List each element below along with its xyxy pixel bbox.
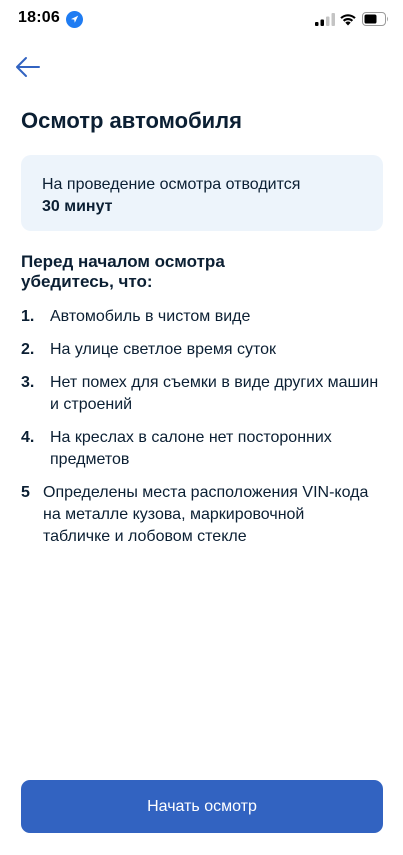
checklist-item: 4. На креслах в салоне нет посторонних п… <box>21 427 391 471</box>
item-number: 5 <box>21 484 30 501</box>
status-time: 18:06 <box>18 9 60 26</box>
checklist-item: 1. Автомобиль в чистом виде <box>21 306 391 328</box>
item-number: 3. <box>21 374 35 391</box>
checklist-item: 2. На улице светлое время суток <box>21 339 391 361</box>
item-number: 4. <box>21 429 35 446</box>
battery-icon <box>362 12 389 26</box>
checklist-item: 3. Нет помех для съемки в виде других ма… <box>21 372 391 416</box>
item-text: Автомобиль в чистом виде <box>50 308 251 325</box>
page-title: Осмотр автомобиля <box>21 108 242 133</box>
checklist-item: 5 Определены места расположения VIN-кода… <box>21 482 391 548</box>
signal-icon <box>315 13 335 26</box>
back-button[interactable] <box>10 50 46 84</box>
item-text: Нет помех для съемки в виде других машин… <box>50 374 379 413</box>
wifi-icon <box>339 12 357 26</box>
start-inspection-button[interactable]: Начать осмотр <box>21 780 383 833</box>
item-text: На улице светлое время суток <box>50 341 277 358</box>
status-bar: 18:06 <box>0 0 403 40</box>
checklist: 1. Автомобиль в чистом виде 2. На улице … <box>21 306 391 559</box>
info-card: На проведение осмотра отводится 30 минут <box>21 155 383 231</box>
arrow-left-icon <box>16 57 40 77</box>
item-number: 2. <box>21 341 35 358</box>
item-text: На креслах в салоне нет посторонних пред… <box>50 429 332 468</box>
location-arrow-icon <box>66 11 83 28</box>
item-number: 1. <box>21 308 35 325</box>
item-text: Определены места расположения VIN-кода н… <box>43 484 369 545</box>
info-duration: 30 минут <box>42 198 113 215</box>
info-text: На проведение осмотра отводится <box>42 176 301 193</box>
checklist-heading: Перед началом осмотра убедитесь, что: <box>21 252 225 291</box>
